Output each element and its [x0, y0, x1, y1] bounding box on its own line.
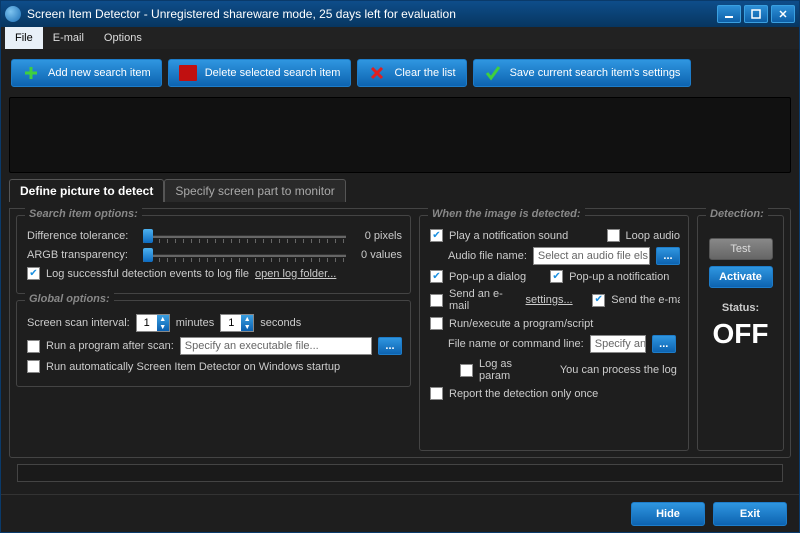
btn-label: Save current search item's settings [510, 67, 681, 79]
popup-notification-checkbox[interactable] [550, 270, 563, 283]
status-value: OFF [706, 318, 775, 350]
activate-button[interactable]: Activate [709, 266, 773, 288]
difference-tolerance-slider[interactable] [143, 229, 346, 243]
titlebar-text: Screen Item Detector - Unregistered shar… [27, 7, 717, 21]
email-settings-link[interactable]: settings... [526, 294, 573, 306]
seconds-label: seconds [260, 317, 301, 329]
minutes-spinner[interactable]: 1▲▼ [136, 314, 170, 332]
loop-audio-checkbox[interactable] [607, 229, 620, 242]
open-log-folder-link[interactable]: open log folder... [255, 268, 336, 280]
cmd-label: File name or command line: [448, 338, 584, 350]
group-title: When the image is detected: [428, 208, 585, 220]
app-icon [5, 6, 21, 22]
spin-up-icon: ▲ [241, 315, 253, 323]
argb-transparency-label: ARGB transparency: [27, 249, 137, 261]
seconds-spinner[interactable]: 1▲▼ [220, 314, 254, 332]
spin-up-icon: ▲ [157, 315, 169, 323]
send-the-email-checkbox[interactable] [592, 294, 605, 307]
log-events-label: Log successful detection events to log f… [46, 268, 249, 280]
app-window: Screen Item Detector - Unregistered shar… [0, 0, 800, 533]
btn-label: Add new search item [48, 67, 151, 79]
browse-audio-button[interactable]: ... [656, 247, 680, 265]
menu-file[interactable]: File [5, 27, 43, 49]
search-item-options-group: Search item options: Difference toleranc… [16, 215, 411, 294]
scan-interval-label: Screen scan interval: [27, 317, 130, 329]
tab-specify-screen[interactable]: Specify screen part to monitor [164, 179, 345, 202]
browse-executable-button[interactable]: ... [378, 337, 402, 355]
argb-transparency-value: 0 values [352, 249, 402, 261]
send-the-email-label: Send the e-ma [611, 294, 680, 306]
send-email-label: Send an e-mail [449, 288, 520, 312]
report-once-checkbox[interactable] [430, 387, 443, 400]
check-icon [484, 65, 502, 81]
loop-audio-label: Loop audio [626, 230, 680, 242]
delete-search-item-button[interactable]: Delete selected search item [168, 59, 352, 87]
play-sound-label: Play a notification sound [449, 230, 568, 242]
red-flag-icon [179, 65, 197, 81]
autostart-checkbox[interactable] [27, 360, 40, 373]
tabs: Define picture to detect Specify screen … [9, 179, 791, 202]
toolbar: Add new search item Delete selected sear… [9, 55, 791, 91]
menu-email[interactable]: E-mail [43, 27, 94, 49]
minimize-button[interactable] [717, 5, 741, 23]
run-after-scan-label: Run a program after scan: [46, 340, 174, 352]
test-button[interactable]: Test [709, 238, 773, 260]
titlebar: Screen Item Detector - Unregistered shar… [1, 1, 799, 27]
group-title: Search item options: [25, 208, 142, 220]
tab-define-picture[interactable]: Define picture to detect [9, 179, 164, 202]
clear-list-button[interactable]: Clear the list [357, 59, 466, 87]
btn-label: Clear the list [394, 67, 455, 79]
when-detected-group: When the image is detected: Play a notif… [419, 215, 689, 451]
detection-group: Detection: Test Activate Status: OFF [697, 215, 784, 451]
statusbar [17, 464, 783, 482]
browse-cmd-button[interactable]: ... [652, 335, 676, 353]
x-icon [368, 65, 386, 81]
play-sound-checkbox[interactable] [430, 229, 443, 242]
report-once-label: Report the detection only once [449, 388, 598, 400]
argb-transparency-slider[interactable] [143, 248, 346, 262]
spin-down-icon: ▼ [157, 323, 169, 331]
send-email-checkbox[interactable] [430, 294, 443, 307]
audio-file-input[interactable]: Select an audio file els [533, 247, 650, 265]
content: Add new search item Delete selected sear… [1, 49, 799, 494]
tab-panel: Search item options: Difference toleranc… [9, 208, 791, 458]
global-options-group: Global options: Screen scan interval: 1▲… [16, 300, 411, 387]
search-item-list[interactable] [9, 97, 791, 173]
maximize-button[interactable] [744, 5, 768, 23]
spin-down-icon: ▼ [241, 323, 253, 331]
popup-notification-label: Pop-up a notification [569, 271, 669, 283]
run-script-label: Run/execute a program/script [449, 318, 593, 330]
process-log-label: You can process the log afte [560, 364, 680, 376]
menubar: File E-mail Options [1, 27, 799, 49]
difference-tolerance-label: Difference tolerance: [27, 230, 137, 242]
popup-dialog-checkbox[interactable] [430, 270, 443, 283]
status-label: Status: [706, 302, 775, 314]
plus-icon [22, 65, 40, 81]
save-settings-button[interactable]: Save current search item's settings [473, 59, 692, 87]
log-as-param-checkbox[interactable] [460, 364, 473, 377]
audio-file-label: Audio file name: [448, 250, 527, 262]
close-button[interactable] [771, 5, 795, 23]
run-after-scan-checkbox[interactable] [27, 340, 40, 353]
cmd-input[interactable]: Specify an [590, 335, 646, 353]
minutes-label: minutes [176, 317, 215, 329]
btn-label: Delete selected search item [205, 67, 341, 79]
log-as-param-label: Log as param [479, 358, 537, 382]
add-search-item-button[interactable]: Add new search item [11, 59, 162, 87]
footer: Hide Exit [1, 494, 799, 532]
run-script-checkbox[interactable] [430, 317, 443, 330]
autostart-label: Run automatically Screen Item Detector o… [46, 361, 340, 373]
menu-options[interactable]: Options [94, 27, 152, 49]
hide-button[interactable]: Hide [631, 502, 705, 526]
log-events-checkbox[interactable] [27, 267, 40, 280]
popup-dialog-label: Pop-up a dialog [449, 271, 526, 283]
exit-button[interactable]: Exit [713, 502, 787, 526]
run-after-scan-input[interactable]: Specify an executable file... [180, 337, 372, 355]
group-title: Global options: [25, 293, 114, 305]
group-title: Detection: [706, 208, 768, 220]
difference-tolerance-value: 0 pixels [352, 230, 402, 242]
